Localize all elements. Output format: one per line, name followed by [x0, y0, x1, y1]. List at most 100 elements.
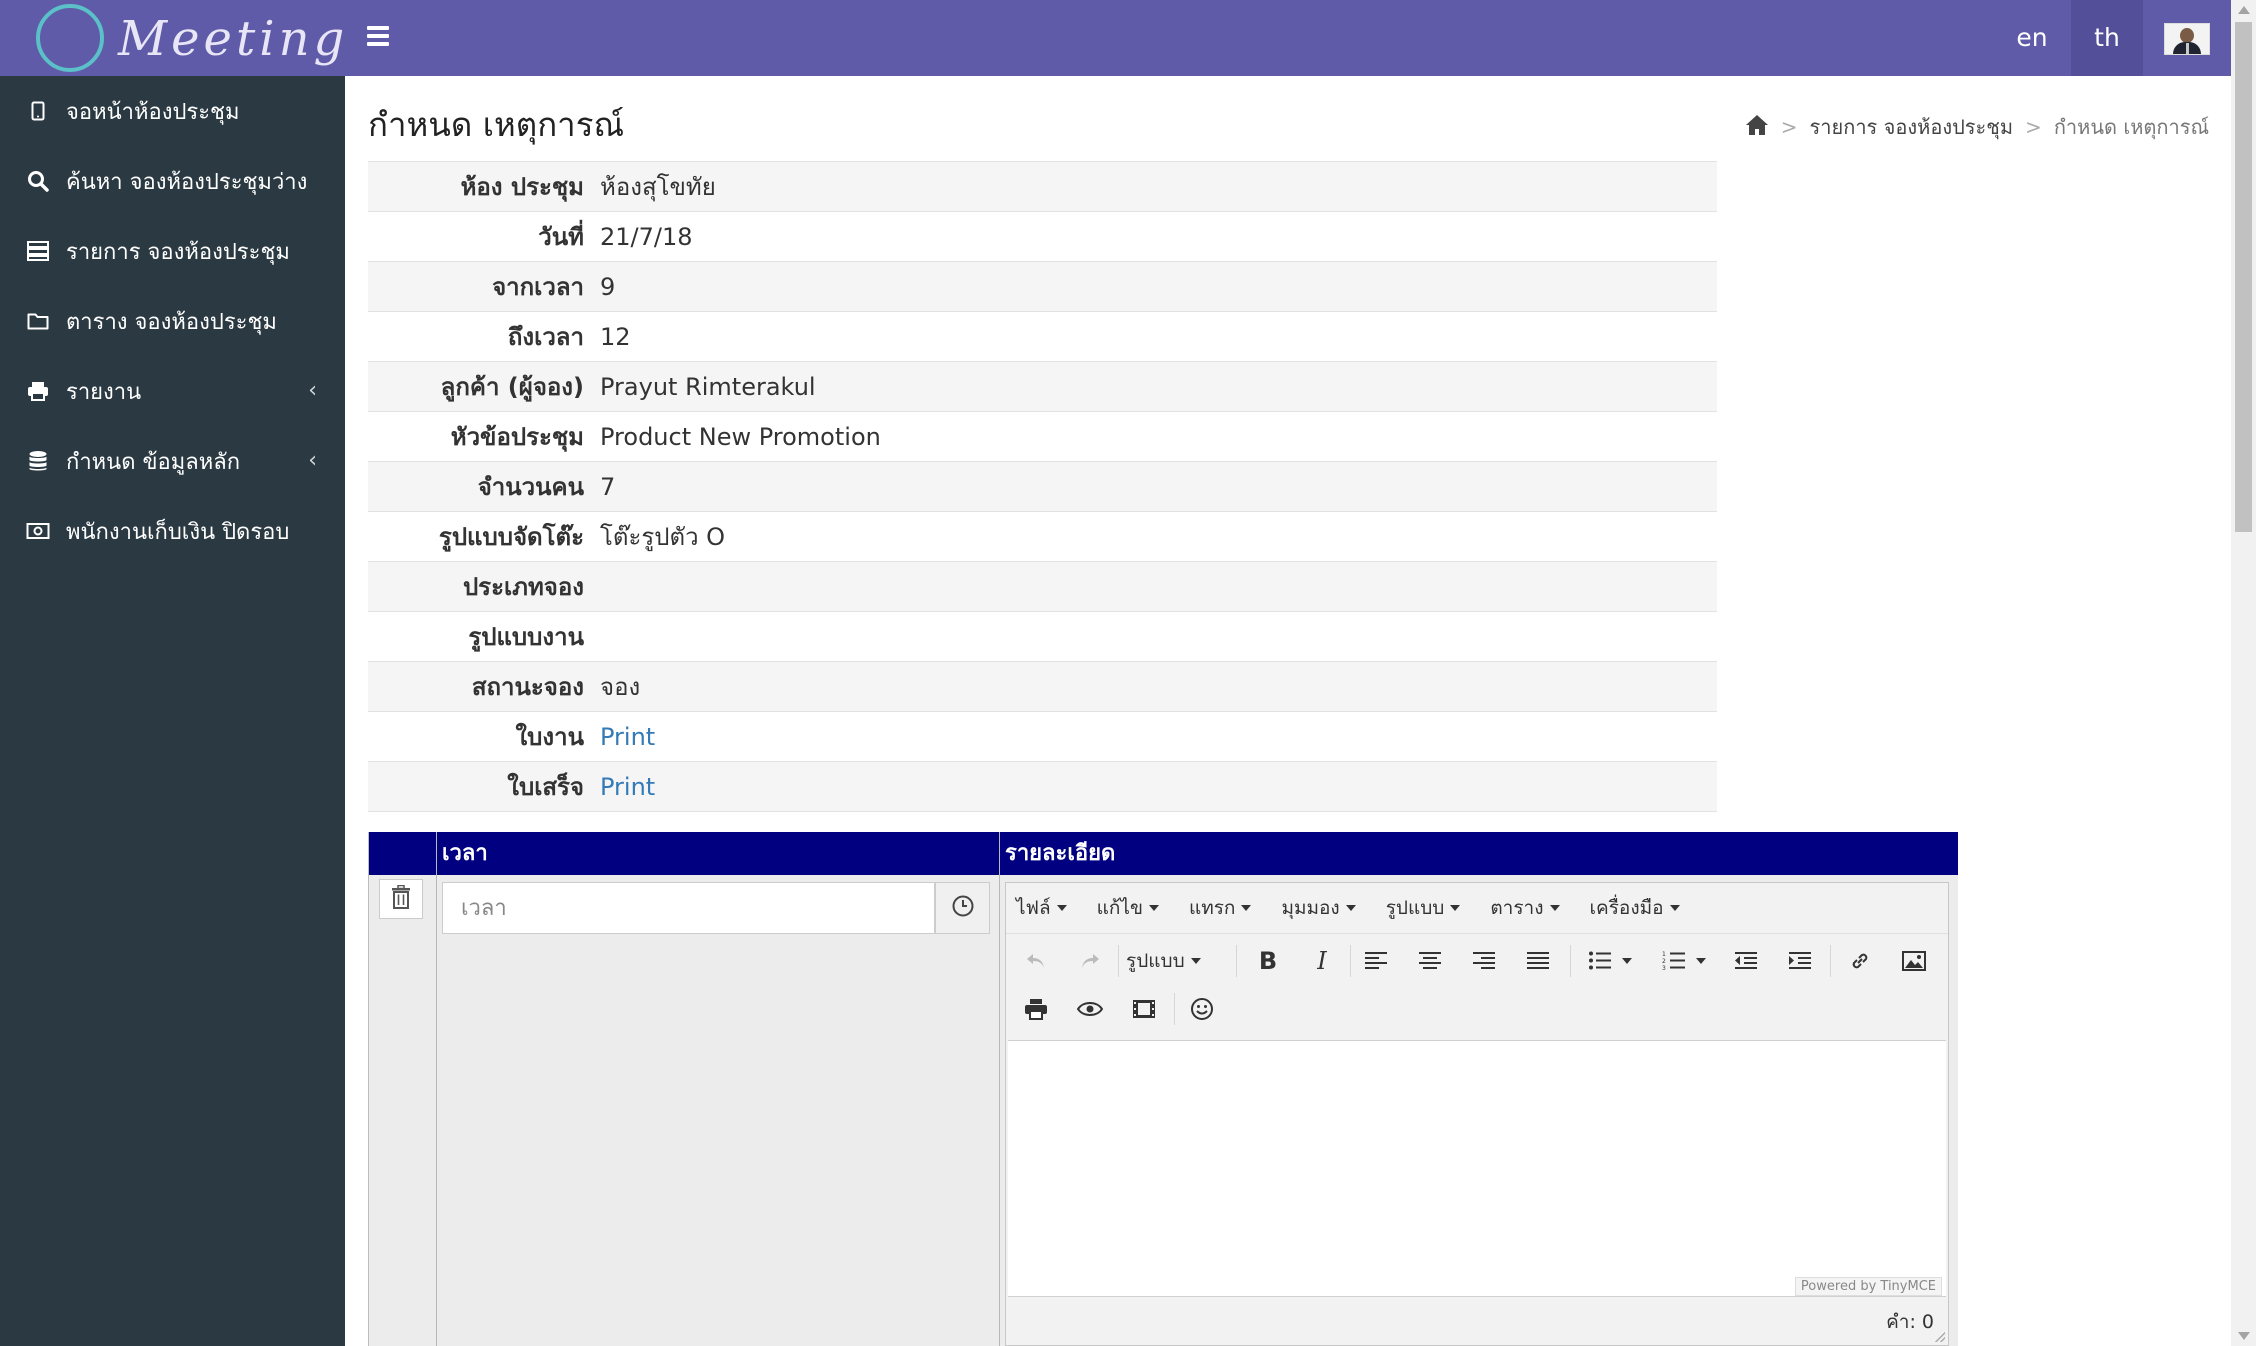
time-picker-button[interactable] [935, 882, 990, 934]
detail-value: Prayut Rimterakul [584, 361, 1717, 412]
bullet-list-dropdown[interactable] [1614, 941, 1634, 981]
menu-view[interactable]: มุมมอง [1281, 893, 1356, 923]
numbered-list-dropdown[interactable] [1688, 941, 1708, 981]
detail-value: Product New Promotion [584, 411, 1717, 462]
breadcrumb-link[interactable]: รายการ จองห้องประชุม [1810, 111, 2014, 143]
chevron-left-icon: ‹ [308, 448, 317, 473]
sidebar-item-label: ค้นหา จองห้องประชุมว่าง [66, 169, 308, 195]
sidebar-item-booking-schedule[interactable]: ตาราง จองห้องประชุม [0, 286, 345, 356]
menu-file[interactable]: ไฟล์ [1016, 893, 1067, 923]
menu-table[interactable]: ตาราง [1490, 893, 1560, 923]
align-center-icon[interactable] [1410, 941, 1450, 981]
redo-icon[interactable] [1070, 941, 1110, 981]
svg-text:2: 2 [1662, 958, 1666, 965]
align-justify-icon[interactable] [1518, 941, 1558, 981]
menu-edit[interactable]: แก้ไข [1097, 893, 1159, 923]
menu-insert[interactable]: แทรก [1189, 893, 1252, 923]
undo-icon[interactable] [1016, 941, 1056, 981]
sidebar-item-master-data[interactable]: กำหนด ข้อมูลหลัก ‹ [0, 426, 345, 496]
detail-label: ใบงาน [368, 711, 584, 762]
chevron-left-icon: ‹ [308, 378, 317, 403]
detail-row: ใบงาน Print [368, 711, 1717, 762]
print-icon[interactable] [1016, 989, 1056, 1029]
clock-icon [951, 894, 975, 922]
detail-value [584, 561, 1717, 612]
hamburger-menu-icon[interactable] [367, 26, 389, 50]
link-icon[interactable] [1840, 941, 1880, 981]
image-icon[interactable] [1894, 941, 1934, 981]
page-scrollbar[interactable] [2231, 0, 2256, 1346]
list-icon [24, 241, 52, 261]
logo-ring [36, 4, 104, 72]
svg-text:3: 3 [1662, 965, 1666, 971]
brand-logo[interactable]: Meeting [0, 0, 345, 76]
detail-value-cell: Print [584, 711, 1717, 762]
database-icon [24, 450, 52, 472]
indent-icon[interactable] [1780, 941, 1820, 981]
detail-row: รูปแบบงาน [368, 611, 1717, 662]
detail-label: จำนวนคน [368, 461, 584, 512]
menu-tools[interactable]: เครื่องมือ [1590, 893, 1680, 923]
language-en-button[interactable]: en [1996, 0, 2068, 76]
media-icon[interactable] [1124, 989, 1164, 1029]
preview-icon[interactable] [1070, 989, 1110, 1029]
word-count: คำ: 0 [1886, 1311, 1934, 1333]
delete-row-button[interactable] [379, 879, 423, 919]
detail-label: รูปแบบงาน [368, 611, 584, 662]
svg-text:1: 1 [1662, 951, 1666, 958]
detail-value-cell: Print [584, 761, 1717, 812]
sidebar-item-booking-list[interactable]: รายการ จองห้องประชุม [0, 216, 345, 286]
print-link[interactable]: Print [600, 723, 655, 751]
format-select[interactable]: รูปแบบ [1126, 941, 1201, 981]
detail-row: จากเวลา 9 [368, 261, 1717, 312]
detail-row: จำนวนคน 7 [368, 461, 1717, 512]
time-input[interactable] [442, 882, 935, 934]
powered-by-tinymce[interactable]: Powered by TinyMCE [1794, 1277, 1942, 1296]
align-left-icon[interactable] [1356, 941, 1396, 981]
top-navbar: en th [345, 0, 2231, 76]
menu-format[interactable]: รูปแบบ [1386, 893, 1461, 923]
sidebar-item-label: ตาราง จองห้องประชุม [66, 309, 277, 335]
detail-label: รูปแบบจัดโต๊ะ [368, 511, 584, 562]
search-icon [24, 170, 52, 192]
breadcrumb: > รายการ จองห้องประชุม > กำหนด เหตุการณ์ [1745, 111, 2209, 143]
sidebar-item-label: พนักงานเก็บเงิน ปิดรอบ [66, 519, 290, 545]
editor-content-area[interactable]: Powered by TinyMCE [1008, 1040, 1946, 1297]
user-avatar[interactable] [2164, 23, 2210, 55]
detail-row: สถานะจอง จอง [368, 661, 1717, 712]
event-grid: เวลา รายละเอียด ไฟล์ แก้ไข แทรก มุมมอง ร… [368, 832, 1958, 1346]
sidebar-item-label: กำหนด ข้อมูลหลัก [66, 449, 241, 475]
resize-handle[interactable] [1935, 1332, 1945, 1342]
editor-toolbar-row-1: รูปแบบ B I 123 [1006, 937, 1950, 985]
breadcrumb-current: กำหนด เหตุการณ์ [2053, 115, 2209, 139]
detail-label: หัวข้อประชุม [368, 411, 584, 462]
outdent-icon[interactable] [1726, 941, 1766, 981]
italic-icon[interactable]: I [1302, 941, 1342, 981]
home-icon[interactable] [1745, 114, 1769, 141]
detail-label: จากเวลา [368, 261, 584, 312]
detail-label: ห้อง ประชุม [368, 161, 584, 212]
detail-value: 12 [584, 311, 1717, 362]
sidebar-item-search-room[interactable]: ค้นหา จองห้องประชุมว่าง [0, 146, 345, 216]
scroll-up-arrow-icon[interactable] [2238, 6, 2250, 14]
grid-header-detail: รายละเอียด [1005, 841, 1116, 866]
grid-header-time: เวลา [442, 841, 488, 866]
printer-icon [24, 381, 52, 401]
print-link[interactable]: Print [600, 773, 655, 801]
detail-label: วันที่ [368, 211, 584, 262]
scroll-thumb[interactable] [2235, 22, 2252, 532]
detail-label: สถานะจอง [368, 661, 584, 712]
page-title: กำหนด เหตุการณ์ [368, 105, 625, 144]
editor-menubar: ไฟล์ แก้ไข แทรก มุมมอง รูปแบบ ตาราง เครื… [1006, 883, 1948, 934]
sidebar-item-meeting-display[interactable]: จอหน้าห้องประชุม [0, 76, 345, 146]
align-right-icon[interactable] [1464, 941, 1504, 981]
bold-icon[interactable]: B [1248, 941, 1288, 981]
folder-icon [24, 312, 52, 330]
detail-value: ห้องสุโขทัย [584, 161, 1717, 212]
sidebar-item-cashier-close[interactable]: พนักงานเก็บเงิน ปิดรอบ [0, 496, 345, 566]
emoticons-icon[interactable] [1182, 989, 1222, 1029]
scroll-down-arrow-icon[interactable] [2238, 1332, 2250, 1340]
language-th-button[interactable]: th [2071, 0, 2143, 76]
event-detail-table: ห้อง ประชุม ห้องสุโขทัย วันที่ 21/7/18 จากเว… [368, 161, 1717, 812]
sidebar-item-reports[interactable]: รายงาน ‹ [0, 356, 345, 426]
